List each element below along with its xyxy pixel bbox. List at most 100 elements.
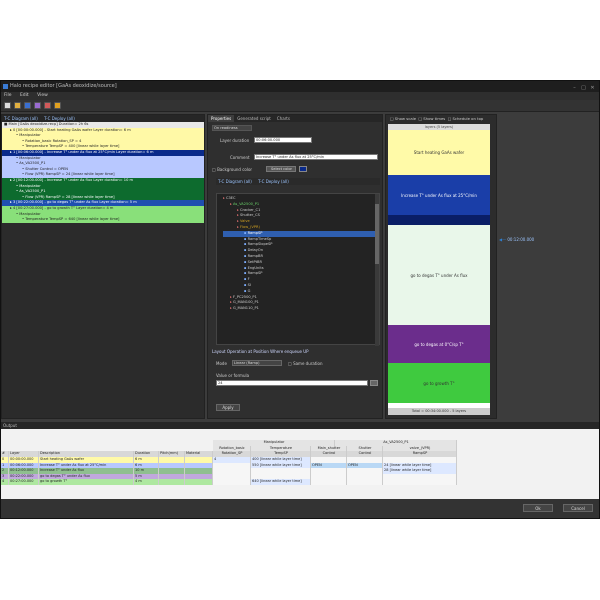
- grid-cell[interactable]: 4 m: [134, 479, 159, 485]
- close-icon[interactable]: ✕: [589, 85, 596, 91]
- timeline-layer-label: go to degas T° under As flux: [410, 272, 468, 278]
- schedule-on-top-checkbox[interactable]: □ Schedule on top: [448, 116, 484, 121]
- formula-browse-icon[interactable]: [370, 380, 378, 386]
- tab-deploy[interactable]: T-C Deploy (all): [44, 116, 75, 121]
- device-tree-label: DelayOn: [247, 248, 263, 253]
- tab-generated-script[interactable]: Generated script: [234, 115, 274, 122]
- marker-arrow-icon: ◀—: [499, 237, 507, 242]
- menu-file[interactable]: File: [4, 93, 12, 98]
- same-duration-checkbox[interactable]: □ Same duration: [288, 361, 323, 366]
- menu-view[interactable]: View: [37, 93, 48, 98]
- background-checkbox[interactable]: □ Background color: [212, 167, 252, 172]
- save-icon[interactable]: [24, 102, 31, 109]
- timeline-layer-label: go to growth T°: [423, 380, 455, 386]
- grid-header[interactable]: Duration: [134, 451, 159, 457]
- grid-header[interactable]: Layer: [9, 451, 39, 457]
- inner-tab-diagram[interactable]: T-C Diagram (all): [218, 179, 252, 184]
- tab-charts[interactable]: Charts: [274, 115, 293, 122]
- device-tree-label: F: [247, 277, 250, 282]
- inner-tab-deploy[interactable]: T-C Deploy (all): [258, 179, 289, 184]
- properties-panel: Properties Generated script Charts On read…: [207, 114, 383, 419]
- grid-cell[interactable]: 4: [1, 479, 9, 485]
- grid-header[interactable]: Material: [185, 451, 213, 457]
- save-as-icon[interactable]: [34, 102, 41, 109]
- layer-type-select[interactable]: On readiness: [212, 125, 252, 131]
- device-parameter-header[interactable]: Control: [347, 451, 383, 457]
- grid-header[interactable]: #: [1, 451, 9, 457]
- grid-cell[interactable]: 00:27:00.000: [9, 479, 39, 485]
- tab-properties[interactable]: Properties: [208, 115, 235, 122]
- ok-button[interactable]: Ok: [523, 504, 553, 512]
- tree-row-label: Manipulator: [19, 133, 41, 138]
- timeline-layer-block[interactable]: Start heating GaAs wafer: [388, 130, 490, 175]
- grid-header[interactable]: Description: [39, 451, 134, 457]
- device-tree-label: Cracker_C1: [239, 207, 261, 212]
- delete-icon[interactable]: [44, 102, 51, 109]
- recipe-tree-panel: T-C Diagram (all) T-C Deploy (all) ■ Mai…: [1, 114, 205, 419]
- left-tabs: T-C Diagram (all) T-C Deploy (all): [2, 115, 204, 122]
- timeline-panel: □ Show scale □ Show times □ Schedule on …: [385, 114, 497, 419]
- apply-button[interactable]: Apply: [216, 404, 240, 411]
- device-tree-label: SI: [247, 282, 251, 287]
- timeline-layer-block[interactable]: [388, 215, 490, 225]
- timeline-layer-block[interactable]: go to growth T°: [388, 363, 490, 403]
- device-tree-label: F_PC2500_P1: [232, 294, 257, 299]
- show-times-checkbox[interactable]: □ Show times: [418, 116, 445, 121]
- maximize-icon[interactable]: □: [580, 85, 587, 91]
- device-parameter-header[interactable]: Control: [311, 451, 347, 457]
- tree-row-label: Manipulator: [19, 183, 41, 188]
- title-bar: Halo recipe editor [GaAs deoxidize/sourc…: [1, 81, 599, 92]
- cancel-button[interactable]: Cancel: [563, 504, 593, 512]
- grid-cell[interactable]: [159, 479, 185, 485]
- device-grid-cell[interactable]: [311, 479, 347, 485]
- device-tree-item[interactable]: ▸ G_MAN110_P1: [223, 306, 379, 312]
- device-grid-cell[interactable]: [213, 479, 251, 485]
- comment-label: Comment: [230, 155, 250, 160]
- menu-edit[interactable]: Edit: [20, 93, 29, 98]
- device-parameter-header[interactable]: RampSP: [383, 451, 457, 457]
- device-parameter-header[interactable]: TempSP: [251, 451, 311, 457]
- tab-diagram[interactable]: T-C Diagram (all): [4, 116, 38, 121]
- timeline-layer-block[interactable]: Increase T° under As flux at 25°C/min: [388, 175, 490, 215]
- mode-select[interactable]: Linear (Ramp): [232, 360, 282, 366]
- device-parameter-header[interactable]: Rotation_SP: [213, 451, 251, 457]
- current-time-marker[interactable]: ◀— 00:12:00.000: [499, 237, 534, 242]
- dialog-footer: Ok Cancel: [1, 499, 599, 518]
- value-formula-input[interactable]: 24: [216, 380, 368, 386]
- device-tree-label: Valve: [239, 219, 250, 224]
- grid-header[interactable]: Pitch(mm): [159, 451, 185, 457]
- device-grid-cell[interactable]: [383, 479, 457, 485]
- layer-duration-input[interactable]: 00:06:00.000: [254, 137, 312, 143]
- tree-row-label: Flow (VPR) RampSP = 28 [linear while lay…: [25, 194, 115, 199]
- tree-row-label: Rotation_basic Rotation_SP = 4: [25, 138, 82, 143]
- minimize-icon[interactable]: –: [571, 85, 578, 91]
- scrollbar-thumb[interactable]: [375, 204, 379, 264]
- device-grid-cell[interactable]: 640 [linear while layer time]: [251, 479, 311, 485]
- menu-bar: File Edit View: [1, 92, 599, 100]
- device-tree-label: G: [247, 288, 251, 293]
- tree-row[interactable]: • Temperature TempSP = 640 [linear while…: [2, 217, 204, 223]
- grid-cell[interactable]: [185, 479, 213, 485]
- device-grid-cell[interactable]: [347, 479, 383, 485]
- output-title: Output: [1, 422, 599, 429]
- comment-input[interactable]: Increase T° under As flux at 25°C/min: [254, 154, 378, 160]
- timeline-layer-block[interactable]: go to degas at 0°C/sp T°: [388, 325, 490, 363]
- device-tree-label: RampSP: [247, 271, 263, 276]
- device-tree-label: G_MAN110_P1: [232, 306, 259, 311]
- grid-cell[interactable]: go to growth T°: [39, 479, 134, 485]
- new-file-icon[interactable]: [4, 102, 11, 109]
- color-swatch[interactable]: [299, 166, 307, 172]
- open-folder-icon[interactable]: [14, 102, 21, 109]
- run-icon[interactable]: [54, 102, 61, 109]
- select-color-button[interactable]: Select color: [266, 166, 296, 172]
- device-tree-scrollbar[interactable]: [375, 194, 379, 346]
- tree-row-label: Shutter Control = OPEN: [25, 166, 68, 171]
- device-tree-label: Flow_(VPR): [239, 224, 260, 229]
- app-icon: [3, 84, 8, 89]
- device-tree-label: RampTimeSp: [247, 236, 272, 241]
- show-scale-checkbox[interactable]: □ Show scale: [390, 116, 416, 121]
- timeline-layer-block[interactable]: go to degas T° under As flux: [388, 225, 490, 325]
- layer-timeline: layers (5 layers) Total = 00:34:00.000 -…: [388, 124, 490, 415]
- timeline-layer-label: Increase T° under As flux at 25°C/min: [401, 192, 477, 198]
- tree-row-label: As_VA2500_P1: [19, 161, 46, 166]
